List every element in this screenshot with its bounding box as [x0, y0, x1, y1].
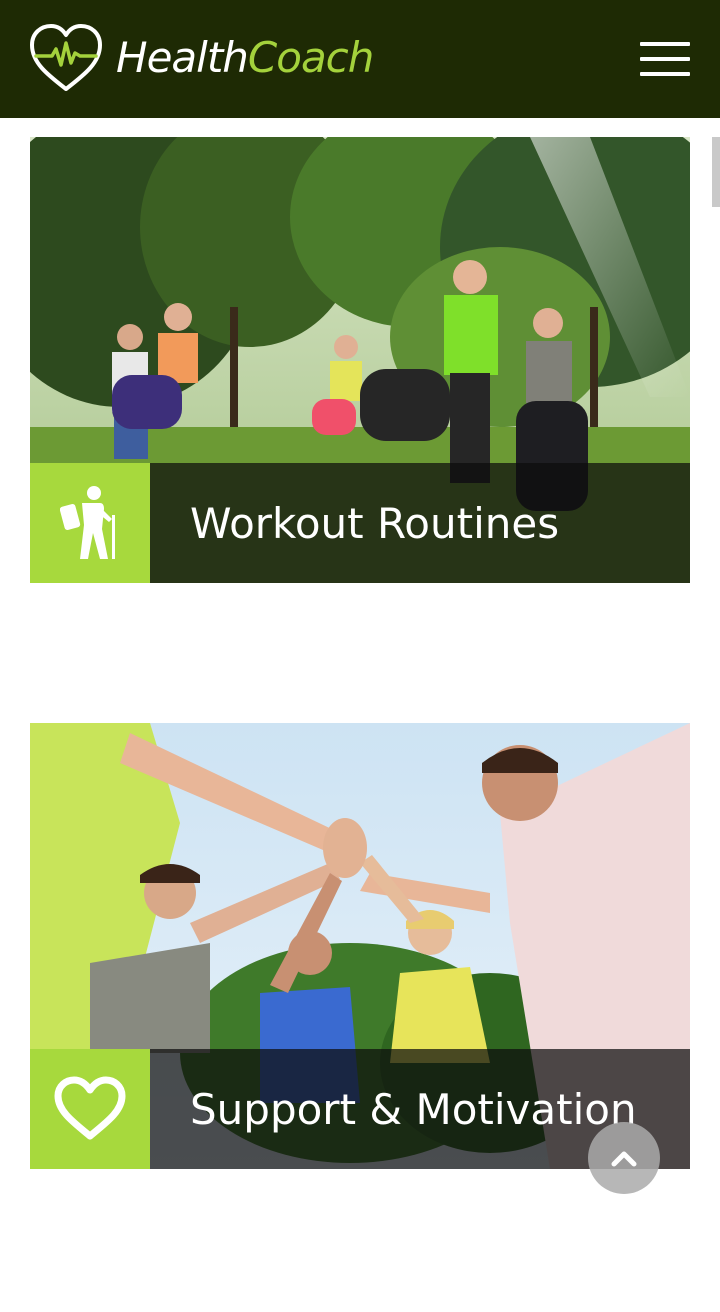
menu-line	[640, 72, 690, 76]
service-card-workout-routines[interactable]: Workout Routines	[30, 137, 690, 583]
heart-outline-icon	[54, 1076, 126, 1140]
card-title: Workout Routines	[190, 498, 560, 548]
chevron-up-icon	[611, 1151, 637, 1167]
brand-name-part2: Coach	[247, 33, 374, 82]
brand-name-part1: Health	[116, 33, 249, 82]
card-caption-bar: Workout Routines	[30, 463, 690, 583]
back-to-top-button[interactable]	[588, 1122, 660, 1194]
logo-link[interactable]: HealthCoach	[28, 22, 374, 94]
scrollbar-thumb[interactable]	[712, 137, 720, 207]
card-title: Support & Motivation	[190, 1084, 637, 1134]
site-header: HealthCoach	[0, 0, 720, 118]
service-card-support-motivation[interactable]: Support & Motivation	[30, 723, 690, 1169]
card-icon-box	[30, 1049, 150, 1169]
hiker-icon	[60, 486, 115, 559]
heart-pulse-icon	[30, 24, 102, 91]
hamburger-menu-icon[interactable]	[640, 42, 690, 76]
card-icon-box	[30, 463, 150, 583]
menu-line	[640, 42, 690, 46]
menu-line	[640, 57, 690, 61]
brand-name: HealthCoach	[116, 37, 374, 79]
